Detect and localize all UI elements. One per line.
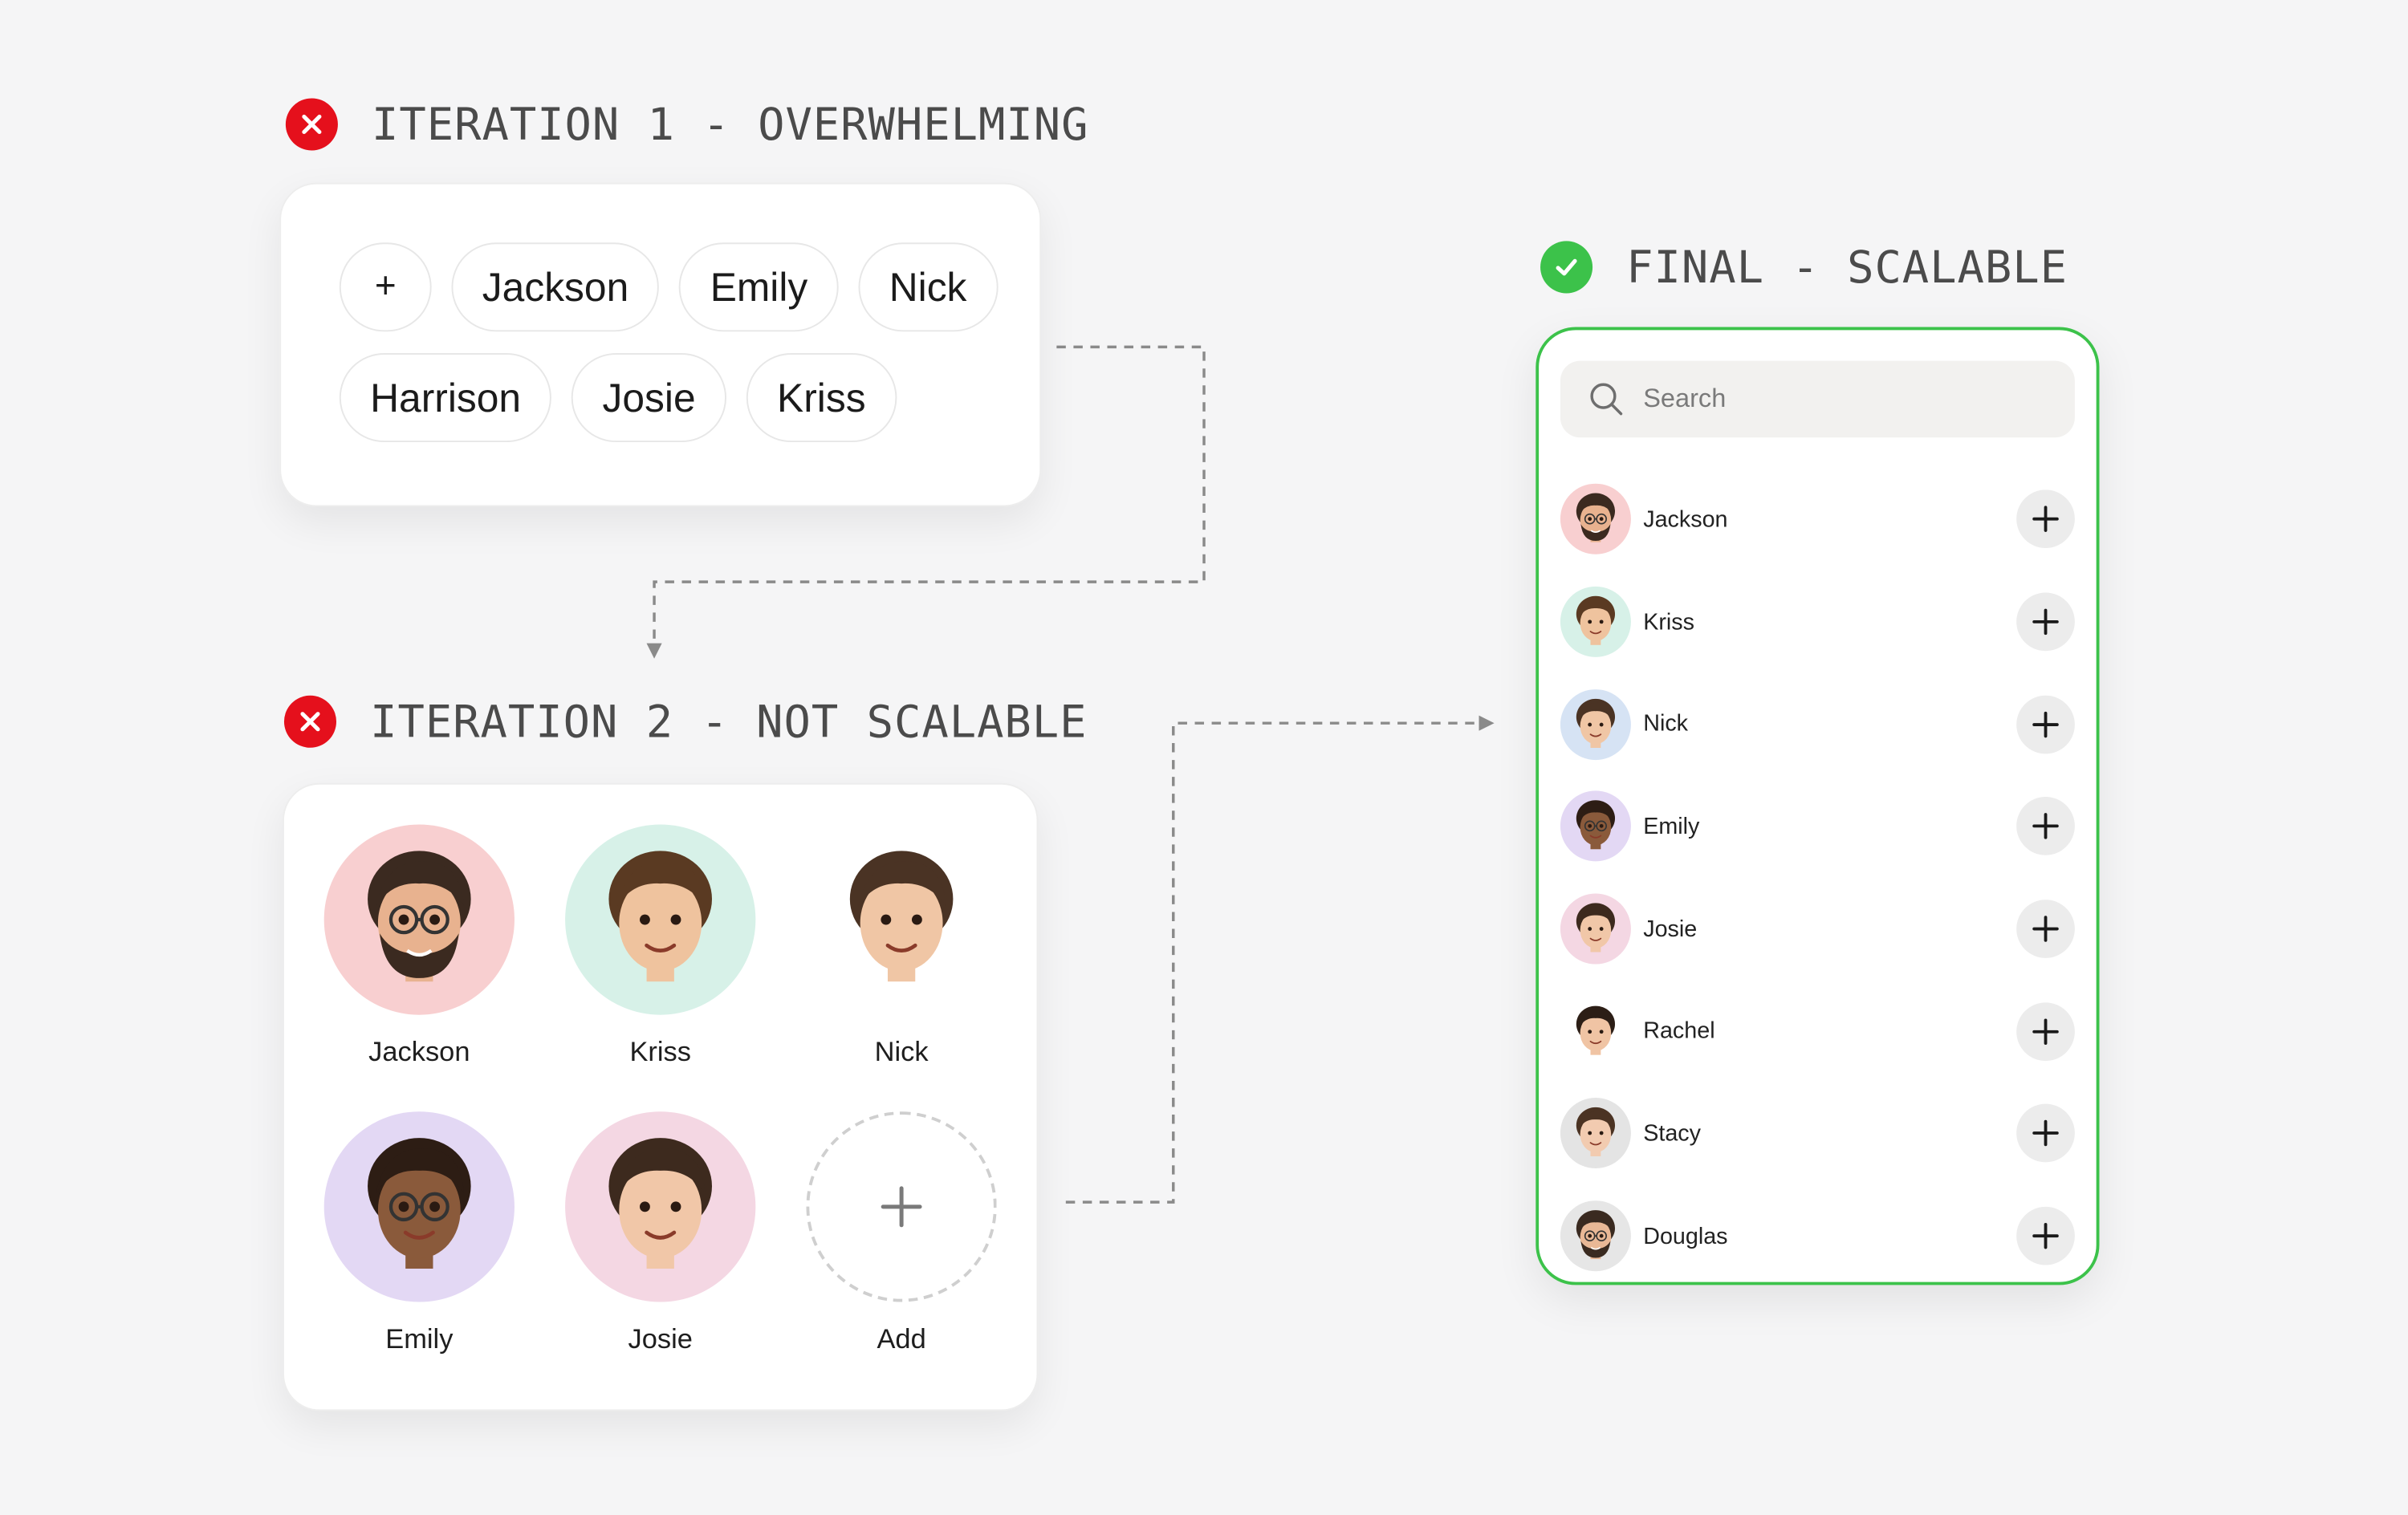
add-douglas-button[interactable] [2016,1207,2075,1265]
person-chip-nick[interactable]: Nick [858,242,998,332]
person-name: Kriss [629,1036,691,1067]
final-card: Jackson Kriss Nick Emily Josie Rachel Stacy Dou… [1536,327,2100,1288]
person-item-nick[interactable]: Nick [806,824,997,1070]
add-jackson-button[interactable] [2016,490,2075,549]
person-name: Jackson [368,1036,470,1067]
person-item-jackson[interactable]: Jackson [323,824,515,1070]
plus-icon [2032,1223,2059,1249]
person-chip-josie[interactable]: Josie [571,353,726,443]
person-name: Rachel [1643,1018,1715,1045]
close-icon [283,695,337,748]
search-bar[interactable] [1560,360,2075,438]
person-name: Nick [874,1036,929,1067]
add-person-item[interactable]: Add [806,1111,997,1357]
list-item-douglas: Douglas [1560,1185,2075,1288]
list-item-josie: Josie [1560,878,2075,981]
plus-icon [2032,1018,2059,1045]
avatar [1560,893,1631,965]
avatar [806,824,997,1015]
plus-icon [2032,1120,2059,1147]
person-name: Josie [628,1323,693,1355]
add-stacy-button[interactable] [2016,1104,2075,1164]
avatar [1560,688,1631,760]
canvas: ITERATION 1 - OVERWHELMING + Jackson Emil… [0,0,2408,1515]
person-name: Kriss [1643,608,1695,636]
avatar [323,824,515,1015]
person-item-emily[interactable]: Emily [323,1111,515,1357]
avatar [565,824,756,1015]
avatar [1560,791,1631,863]
check-icon [1540,241,1593,294]
iteration1-title: ITERATION 1 - OVERWHELMING [372,98,1089,151]
person-name: Nick [1643,711,1689,737]
add-nick-button[interactable] [2016,695,2075,753]
avatar [1560,1098,1631,1169]
list-item-stacy: Stacy [1560,1082,2075,1185]
search-input[interactable] [1643,384,2012,415]
person-chip-kriss[interactable]: Kriss [746,353,897,443]
iteration2-title: ITERATION 2 - NOT SCALABLE [370,695,1088,748]
add-avatar-button[interactable] [806,1111,997,1302]
person-name: Jackson [1643,506,1728,533]
person-item-josie[interactable]: Josie [565,1111,756,1357]
people-list: Jackson Kriss Nick Emily Josie Rachel Stacy Dou… [1560,469,2075,1288]
add-rachel-button[interactable] [2016,1001,2075,1061]
person-name: Josie [1643,916,1698,942]
add-josie-button[interactable] [2016,900,2075,959]
search-icon [1590,383,1623,416]
person-chip-harrison[interactable]: Harrison [339,353,552,443]
add-emily-button[interactable] [2016,797,2075,856]
plus-icon [2032,813,2059,840]
add-kriss-button[interactable] [2016,592,2075,652]
person-chip-jackson[interactable]: Jackson [451,242,660,332]
iteration2-heading: ITERATION 2 - NOT SCALABLE [283,695,1088,748]
plus-icon [2032,916,2059,942]
final-heading: FINAL - SCALABLE [1540,241,2068,294]
avatar-grid: Jackson Kriss Nick Emily Josie Add [323,824,997,1357]
connector-iteration2-to-final [1065,715,1495,1204]
close-icon [285,98,338,151]
avatar [565,1111,756,1302]
plus-icon [881,1186,922,1228]
plus-icon [2032,711,2059,737]
iteration2-card: Jackson Kriss Nick Emily Josie Add [283,782,1039,1411]
avatar [1560,996,1631,1067]
person-name: Emily [385,1323,454,1355]
list-item-jackson: Jackson [1560,469,2075,571]
person-name: Emily [1643,813,1700,840]
person-name: Stacy [1643,1120,1702,1147]
add-chip-button[interactable]: + [339,242,432,332]
list-item-nick: Nick [1560,673,2075,776]
list-item-kriss: Kriss [1560,571,2075,673]
add-label: Add [877,1323,926,1355]
avatar [1560,484,1631,555]
plus-icon [2032,506,2059,533]
person-chip-emily[interactable]: Emily [679,242,839,332]
person-item-kriss[interactable]: Kriss [565,824,756,1070]
avatar [323,1111,515,1302]
avatar [1560,586,1631,657]
plus-icon [2032,608,2059,636]
iteration1-heading: ITERATION 1 - OVERWHELMING [285,98,1089,151]
iteration1-card: + Jackson Emily Nick Harrison Josie Kriss [279,182,1042,507]
list-item-rachel: Rachel [1560,981,2075,1083]
avatar [1560,1200,1631,1272]
person-name: Douglas [1643,1223,1728,1249]
chip-list: + Jackson Emily Nick Harrison Josie Kriss [339,242,1009,443]
list-item-emily: Emily [1560,775,2075,878]
final-title: FINAL - SCALABLE [1626,241,2068,294]
